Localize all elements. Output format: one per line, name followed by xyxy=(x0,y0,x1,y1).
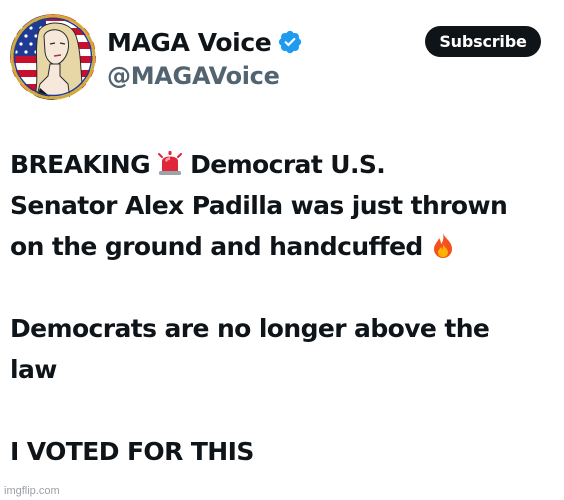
profile-avatar[interactable] xyxy=(10,14,96,100)
display-name[interactable]: MAGA Voice xyxy=(107,28,272,57)
name-row: MAGA Voice xyxy=(107,24,303,60)
tweet-text: on the ground and handcuffed xyxy=(10,232,423,261)
tweet-line: Democrats are no longer above the xyxy=(10,314,490,343)
tweet-line: Senator Alex Padilla was just thrown xyxy=(10,191,508,220)
account-handle[interactable]: @MAGAVoice xyxy=(107,62,280,90)
tweet-line: I VOTED FOR THIS xyxy=(10,437,254,466)
imgflip-watermark: imgflip.com xyxy=(4,485,60,497)
police-siren-emoji xyxy=(156,148,184,176)
tweet-body: BREAKING Democrat U.S. Senator Alex Padil… xyxy=(10,144,554,472)
tweet-line: law xyxy=(10,355,57,384)
tweet-line: BREAKING Democrat U.S. xyxy=(10,144,554,185)
subscribe-button[interactable]: Subscribe xyxy=(425,26,541,57)
tweet-text: Democrat U.S. xyxy=(190,150,386,179)
avatar-image xyxy=(10,14,96,100)
fire-emoji xyxy=(429,230,457,258)
tweet-header: MAGA Voice @MAGAVoice Subscribe xyxy=(10,14,554,104)
tweet-line: on the ground and handcuffed xyxy=(10,226,554,267)
verified-badge-icon xyxy=(277,29,303,55)
tweet-text: BREAKING xyxy=(10,150,151,179)
